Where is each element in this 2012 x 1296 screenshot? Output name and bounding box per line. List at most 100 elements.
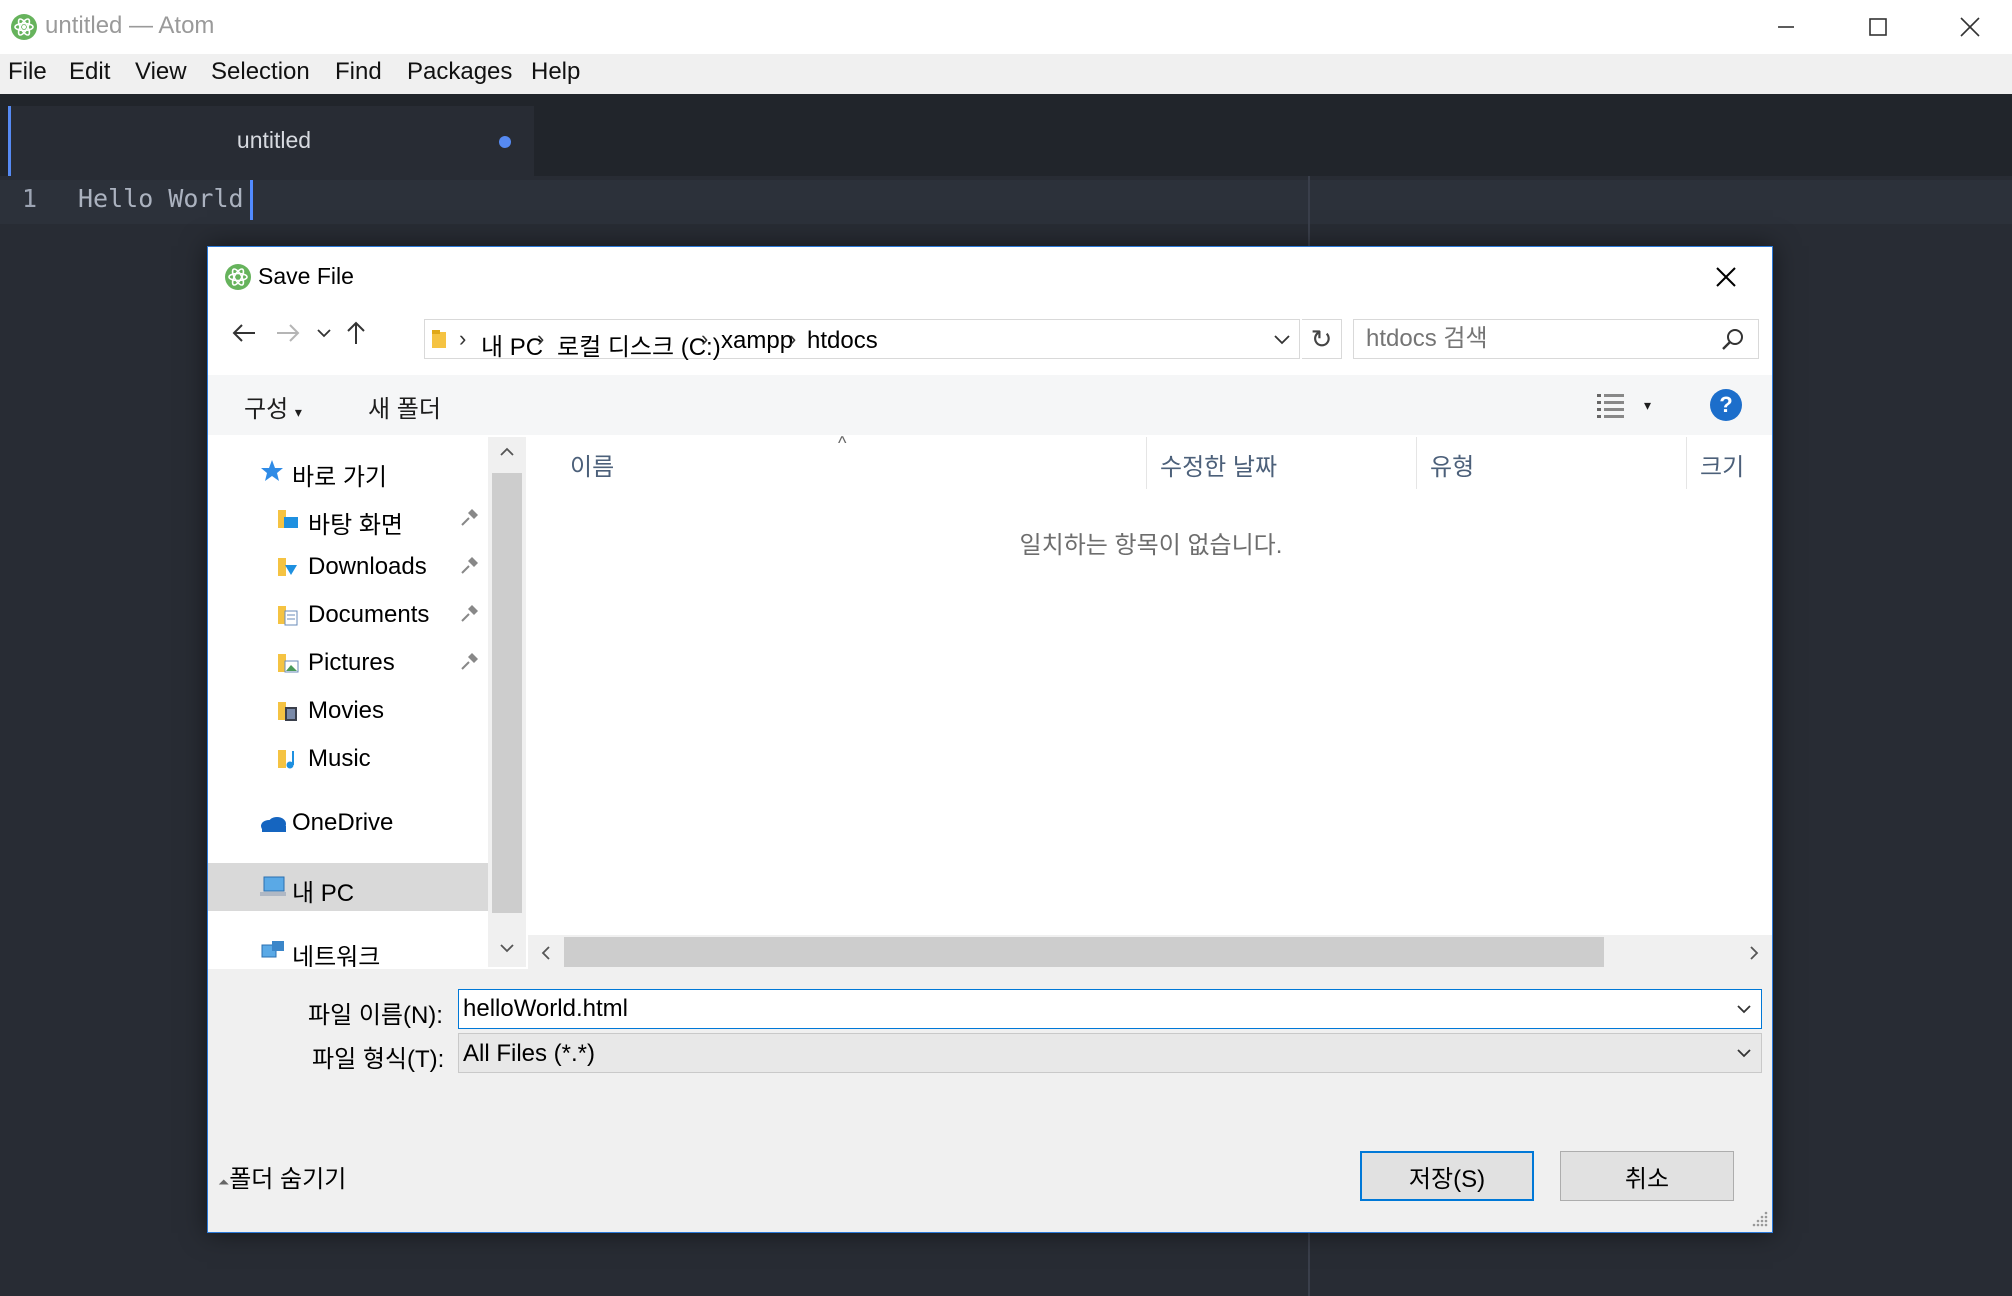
- organize-label: 구성: [244, 396, 289, 423]
- close-icon: [1960, 17, 1980, 37]
- filename-input[interactable]: helloWorld.html: [458, 989, 1762, 1029]
- dialog-title: Save File: [258, 263, 354, 289]
- arrow-right-icon: [277, 324, 300, 342]
- desktop-folder-icon: [278, 510, 298, 528]
- nav-label: Pictures: [308, 649, 395, 676]
- filetype-select[interactable]: All Files (*.*): [458, 1033, 1762, 1073]
- nav-item-pictures[interactable]: Pictures: [208, 639, 488, 687]
- menu-help[interactable]: Help: [531, 58, 580, 86]
- search-input[interactable]: [1353, 319, 1759, 359]
- view-options-icon[interactable]: [1596, 391, 1626, 419]
- nav-item-downloads[interactable]: Downloads: [208, 543, 488, 591]
- chevron-down-icon[interactable]: [1733, 998, 1755, 1020]
- nav-label: Movies: [308, 697, 385, 724]
- column-header-modified[interactable]: 수정한 날짜: [1160, 447, 1277, 482]
- address-bar[interactable]: › 내 PC › 로컬 디스크 (C:) › xampp › htdocs: [424, 319, 1300, 362]
- hide-folders-toggle[interactable]: ⏶폴더 숨기기: [218, 1159, 346, 1194]
- dialog-toolbar: 구성 ▾ 새 폴더 ▾ ?: [208, 375, 1772, 435]
- new-folder-button[interactable]: 새 폴더: [368, 389, 441, 424]
- refresh-icon: ↻: [1310, 323, 1333, 354]
- code-line[interactable]: Hello World: [78, 184, 244, 213]
- back-button[interactable]: [226, 313, 262, 353]
- pin-icon: [461, 557, 478, 574]
- menu-view[interactable]: View: [135, 58, 187, 86]
- filetype-value: All Files (*.*): [463, 1040, 596, 1067]
- up-button[interactable]: [338, 313, 374, 353]
- empty-folder-message: 일치하는 항목이 없습니다.: [1019, 532, 1283, 559]
- save-file-dialog: Save File › 내 PC › 로컬 디스크 (C:) › xampp ›…: [207, 246, 1773, 1233]
- pin-icon: [461, 509, 478, 526]
- breadcrumb-htdocs[interactable]: htdocs: [807, 327, 878, 355]
- atom-logo-icon: [11, 14, 37, 40]
- menu-edit[interactable]: Edit: [69, 58, 110, 86]
- menu-file[interactable]: File: [8, 58, 47, 86]
- window-titlebar: untitled — Atom: [0, 0, 2012, 54]
- file-list-hscrollbar[interactable]: [528, 935, 1772, 969]
- maximize-icon: [1869, 18, 1887, 36]
- close-window-button[interactable]: [1924, 0, 2012, 54]
- atom-logo-icon: [225, 264, 251, 290]
- column-divider[interactable]: [1146, 437, 1147, 489]
- column-header-size[interactable]: 크기: [1700, 447, 1744, 482]
- menu-find[interactable]: Find: [335, 58, 382, 86]
- chevron-down-icon: [1737, 1049, 1751, 1058]
- pin-icon: [461, 605, 478, 622]
- minimize-button[interactable]: [1740, 0, 1832, 54]
- chevron-down-icon: [317, 329, 331, 338]
- organize-button[interactable]: 구성 ▾: [244, 389, 302, 424]
- save-button[interactable]: 저장(S): [1360, 1151, 1534, 1201]
- filetype-label: 파일 형식(T):: [312, 1046, 445, 1073]
- dialog-footer: 파일 이름(N): helloWorld.html 파일 형식(T): All …: [208, 969, 1772, 1232]
- forward-button[interactable]: [270, 313, 306, 353]
- nav-item-movies[interactable]: Movies: [208, 687, 488, 735]
- column-divider[interactable]: [1686, 437, 1687, 489]
- nav-item-desktop[interactable]: 바탕 화면: [208, 495, 488, 543]
- chevron-left-icon[interactable]: [540, 945, 552, 961]
- dialog-close-button[interactable]: [1706, 257, 1746, 297]
- file-list[interactable]: ^ 이름 수정한 날짜 유형 크기 일치하는 항목이 없습니다.: [528, 433, 1772, 937]
- scrollbar-thumb[interactable]: [564, 937, 1604, 967]
- refresh-button[interactable]: ↻: [1302, 319, 1342, 359]
- nav-network[interactable]: 네트워크: [208, 927, 488, 967]
- column-header-type[interactable]: 유형: [1430, 447, 1474, 482]
- column-header-name[interactable]: 이름: [570, 447, 614, 482]
- breadcrumb-separator-icon: ›: [537, 326, 545, 351]
- address-dropdown-button[interactable]: [1267, 320, 1297, 358]
- column-divider[interactable]: [1416, 437, 1417, 489]
- help-icon[interactable]: ?: [1710, 389, 1742, 421]
- maximize-button[interactable]: [1832, 0, 1924, 54]
- breadcrumb-xampp[interactable]: xampp: [721, 327, 793, 355]
- documents-folder-icon: [278, 606, 298, 626]
- menu-packages[interactable]: Packages: [407, 58, 512, 86]
- nav-pane-scrollbar[interactable]: [488, 437, 526, 967]
- breadcrumb-separator-icon: ›: [459, 326, 467, 351]
- line-number: 1: [22, 184, 38, 213]
- chevron-up-icon[interactable]: [498, 445, 516, 459]
- nav-label: OneDrive: [292, 809, 394, 836]
- arrow-left-icon: [232, 324, 255, 342]
- pin-icon: [461, 653, 478, 670]
- minimize-icon: [1778, 26, 1794, 28]
- caret-down-icon[interactable]: ▾: [1644, 397, 1651, 414]
- nav-label: Music: [308, 745, 371, 772]
- nav-quick-access[interactable]: 바로 가기: [208, 447, 488, 495]
- chevron-down-icon[interactable]: [498, 941, 516, 955]
- nav-item-music[interactable]: Music: [208, 735, 488, 783]
- movies-folder-icon: [278, 702, 297, 721]
- breadcrumb-local-disk[interactable]: 로컬 디스크 (C:): [557, 327, 721, 362]
- cancel-button[interactable]: 취소: [1560, 1151, 1734, 1201]
- chevron-right-icon[interactable]: [1748, 945, 1760, 961]
- tab-untitled[interactable]: untitled: [8, 106, 534, 176]
- nav-onedrive[interactable]: OneDrive: [208, 799, 488, 847]
- nav-this-pc[interactable]: 내 PC: [208, 863, 488, 911]
- nav-label: 내 PC: [292, 880, 355, 907]
- menu-bar: File Edit View Selection Find Packages H…: [0, 54, 2012, 94]
- resize-grip-icon[interactable]: [1750, 1209, 1770, 1229]
- close-icon: [1716, 267, 1736, 287]
- nav-item-documents[interactable]: Documents: [208, 591, 488, 639]
- breadcrumb-my-pc[interactable]: 내 PC: [481, 327, 543, 362]
- menu-selection[interactable]: Selection: [211, 58, 310, 86]
- recent-locations-button[interactable]: [306, 313, 342, 353]
- computer-icon: [260, 876, 286, 896]
- scrollbar-thumb[interactable]: [492, 473, 522, 913]
